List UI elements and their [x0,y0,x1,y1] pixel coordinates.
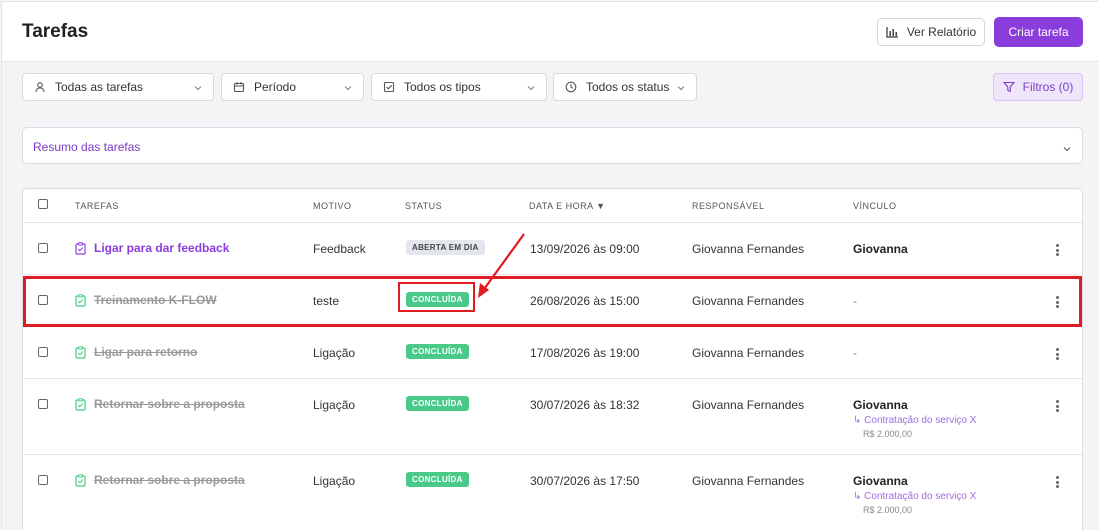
vinculo-value: R$ 2.000,00 [863,505,913,515]
col-vinculo[interactable]: VÍNCULO [853,201,897,211]
kebab-menu-icon[interactable] [1055,400,1059,412]
responsavel-cell: Giovanna Fernandes [692,346,805,360]
task-clipboard-icon [75,345,86,359]
annotation-highlight-status [398,282,475,312]
bar-chart-icon [886,26,899,38]
date-cell: 30/07/2026 às 18:32 [530,398,640,412]
col-responsavel[interactable]: RESPONSÁVEL [692,201,765,211]
select-all-checkbox[interactable] [38,199,48,209]
filter-period[interactable]: Período [221,73,364,101]
filter-tasks[interactable]: Todas as tarefas [22,73,214,101]
task-name[interactable]: Retornar sobre a proposta [94,473,245,487]
task-cell[interactable]: Ligar para retorno [75,345,197,359]
row-checkbox[interactable] [38,475,48,485]
table-row[interactable]: Retornar sobre a proposta Ligação CONCLU… [23,455,1082,530]
filters-button[interactable]: Filtros (0) [993,73,1083,101]
task-name[interactable]: Ligar para retorno [94,345,197,359]
table-row[interactable]: Ligar para dar feedback Feedback ABERTA … [23,223,1082,275]
table-header: TAREFAS MOTIVO STATUS DATA E HORA ▼ RESP… [23,189,1082,223]
task-cell[interactable]: Retornar sobre a proposta [75,473,245,487]
vinculo-cell[interactable]: Giovanna [853,398,908,412]
kebab-menu-icon[interactable] [1055,476,1059,488]
kebab-menu-icon[interactable] [1055,348,1059,360]
view-report-button[interactable]: Ver Relatório [877,18,985,46]
vinculo-cell[interactable]: Giovanna [853,242,908,256]
filter-tasks-label: Todas as tarefas [55,80,144,94]
filter-types-label: Todos os tipos [404,80,481,94]
vinculo-cell[interactable]: Giovanna [853,474,908,488]
status-badge: CONCLUÍDA [406,472,469,487]
chevron-down-icon [676,82,686,92]
col-data-hora[interactable]: DATA E HORA ▼ [529,201,606,211]
task-name[interactable]: Ligar para dar feedback [94,241,229,255]
task-cell[interactable]: Retornar sobre a proposta [75,397,245,411]
filter-types[interactable]: Todos os tipos [371,73,547,101]
view-report-label: Ver Relatório [906,25,977,39]
checkbox-icon [382,80,396,94]
tasks-table: TAREFAS MOTIVO STATUS DATA E HORA ▼ RESP… [22,188,1083,530]
calendar-icon [232,80,246,94]
top-bar: Tarefas Ver Relatório Criar tarefa [2,2,1099,62]
filter-status[interactable]: Todos os status [553,73,697,101]
user-icon [33,80,47,94]
chevron-down-icon [526,82,536,92]
vinculo-link[interactable]: ↳ Contratação do serviço X [853,491,976,502]
filters-button-label: Filtros (0) [1022,80,1074,94]
table-row[interactable]: Retornar sobre a proposta Ligação CONCLU… [23,379,1082,455]
col-motivo[interactable]: MOTIVO [313,201,352,211]
task-cell[interactable]: Ligar para dar feedback [75,241,229,255]
motivo-cell: Ligação [313,346,356,360]
filter-status-label: Todos os status [586,80,670,94]
task-clipboard-icon [75,473,86,487]
annotation-arrow-icon [478,233,525,298]
status-badge: CONCLUÍDA [406,344,469,359]
task-clipboard-icon [75,397,86,411]
funnel-icon [1002,81,1015,93]
task-summary-label: Resumo das tarefas [33,140,141,154]
date-cell: 17/08/2026 às 19:00 [530,346,640,360]
chevron-down-icon [343,82,353,92]
vinculo-value: R$ 2.000,00 [863,429,913,439]
responsavel-cell: Giovanna Fernandes [692,474,805,488]
task-clipboard-icon [75,241,86,255]
motivo-cell: Ligação [313,398,356,412]
kebab-menu-icon[interactable] [1055,244,1059,256]
create-task-button[interactable]: Criar tarefa [994,17,1083,47]
col-status[interactable]: STATUS [405,201,442,211]
task-summary-panel[interactable]: Resumo das tarefas [22,127,1083,164]
vinculo-link[interactable]: ↳ Contratação do serviço X [853,415,976,426]
table-row[interactable]: Ligar para retorno Ligação CONCLUÍDA 17/… [23,327,1082,379]
row-checkbox[interactable] [38,347,48,357]
chevron-down-icon [193,82,203,92]
date-cell: 13/09/2026 às 09:00 [530,242,640,256]
page-title: Tarefas [22,21,89,42]
filter-period-label: Período [254,80,297,94]
vinculo-cell: - [853,346,857,360]
chevron-down-icon [1062,141,1072,152]
date-cell: 30/07/2026 às 17:50 [530,474,640,488]
annotation-highlight-row [23,276,1082,327]
col-tarefas[interactable]: TAREFAS [75,201,119,211]
motivo-cell: Feedback [313,242,366,256]
task-name[interactable]: Retornar sobre a proposta [94,397,245,411]
status-badge: CONCLUÍDA [406,396,469,411]
page: Tarefas Ver Relatório Criar tarefa Todas… [1,1,1099,530]
clock-icon [564,80,578,94]
responsavel-cell: Giovanna Fernandes [692,242,805,256]
row-checkbox[interactable] [38,243,48,253]
motivo-cell: Ligação [313,474,356,488]
row-checkbox[interactable] [38,399,48,409]
responsavel-cell: Giovanna Fernandes [692,398,805,412]
